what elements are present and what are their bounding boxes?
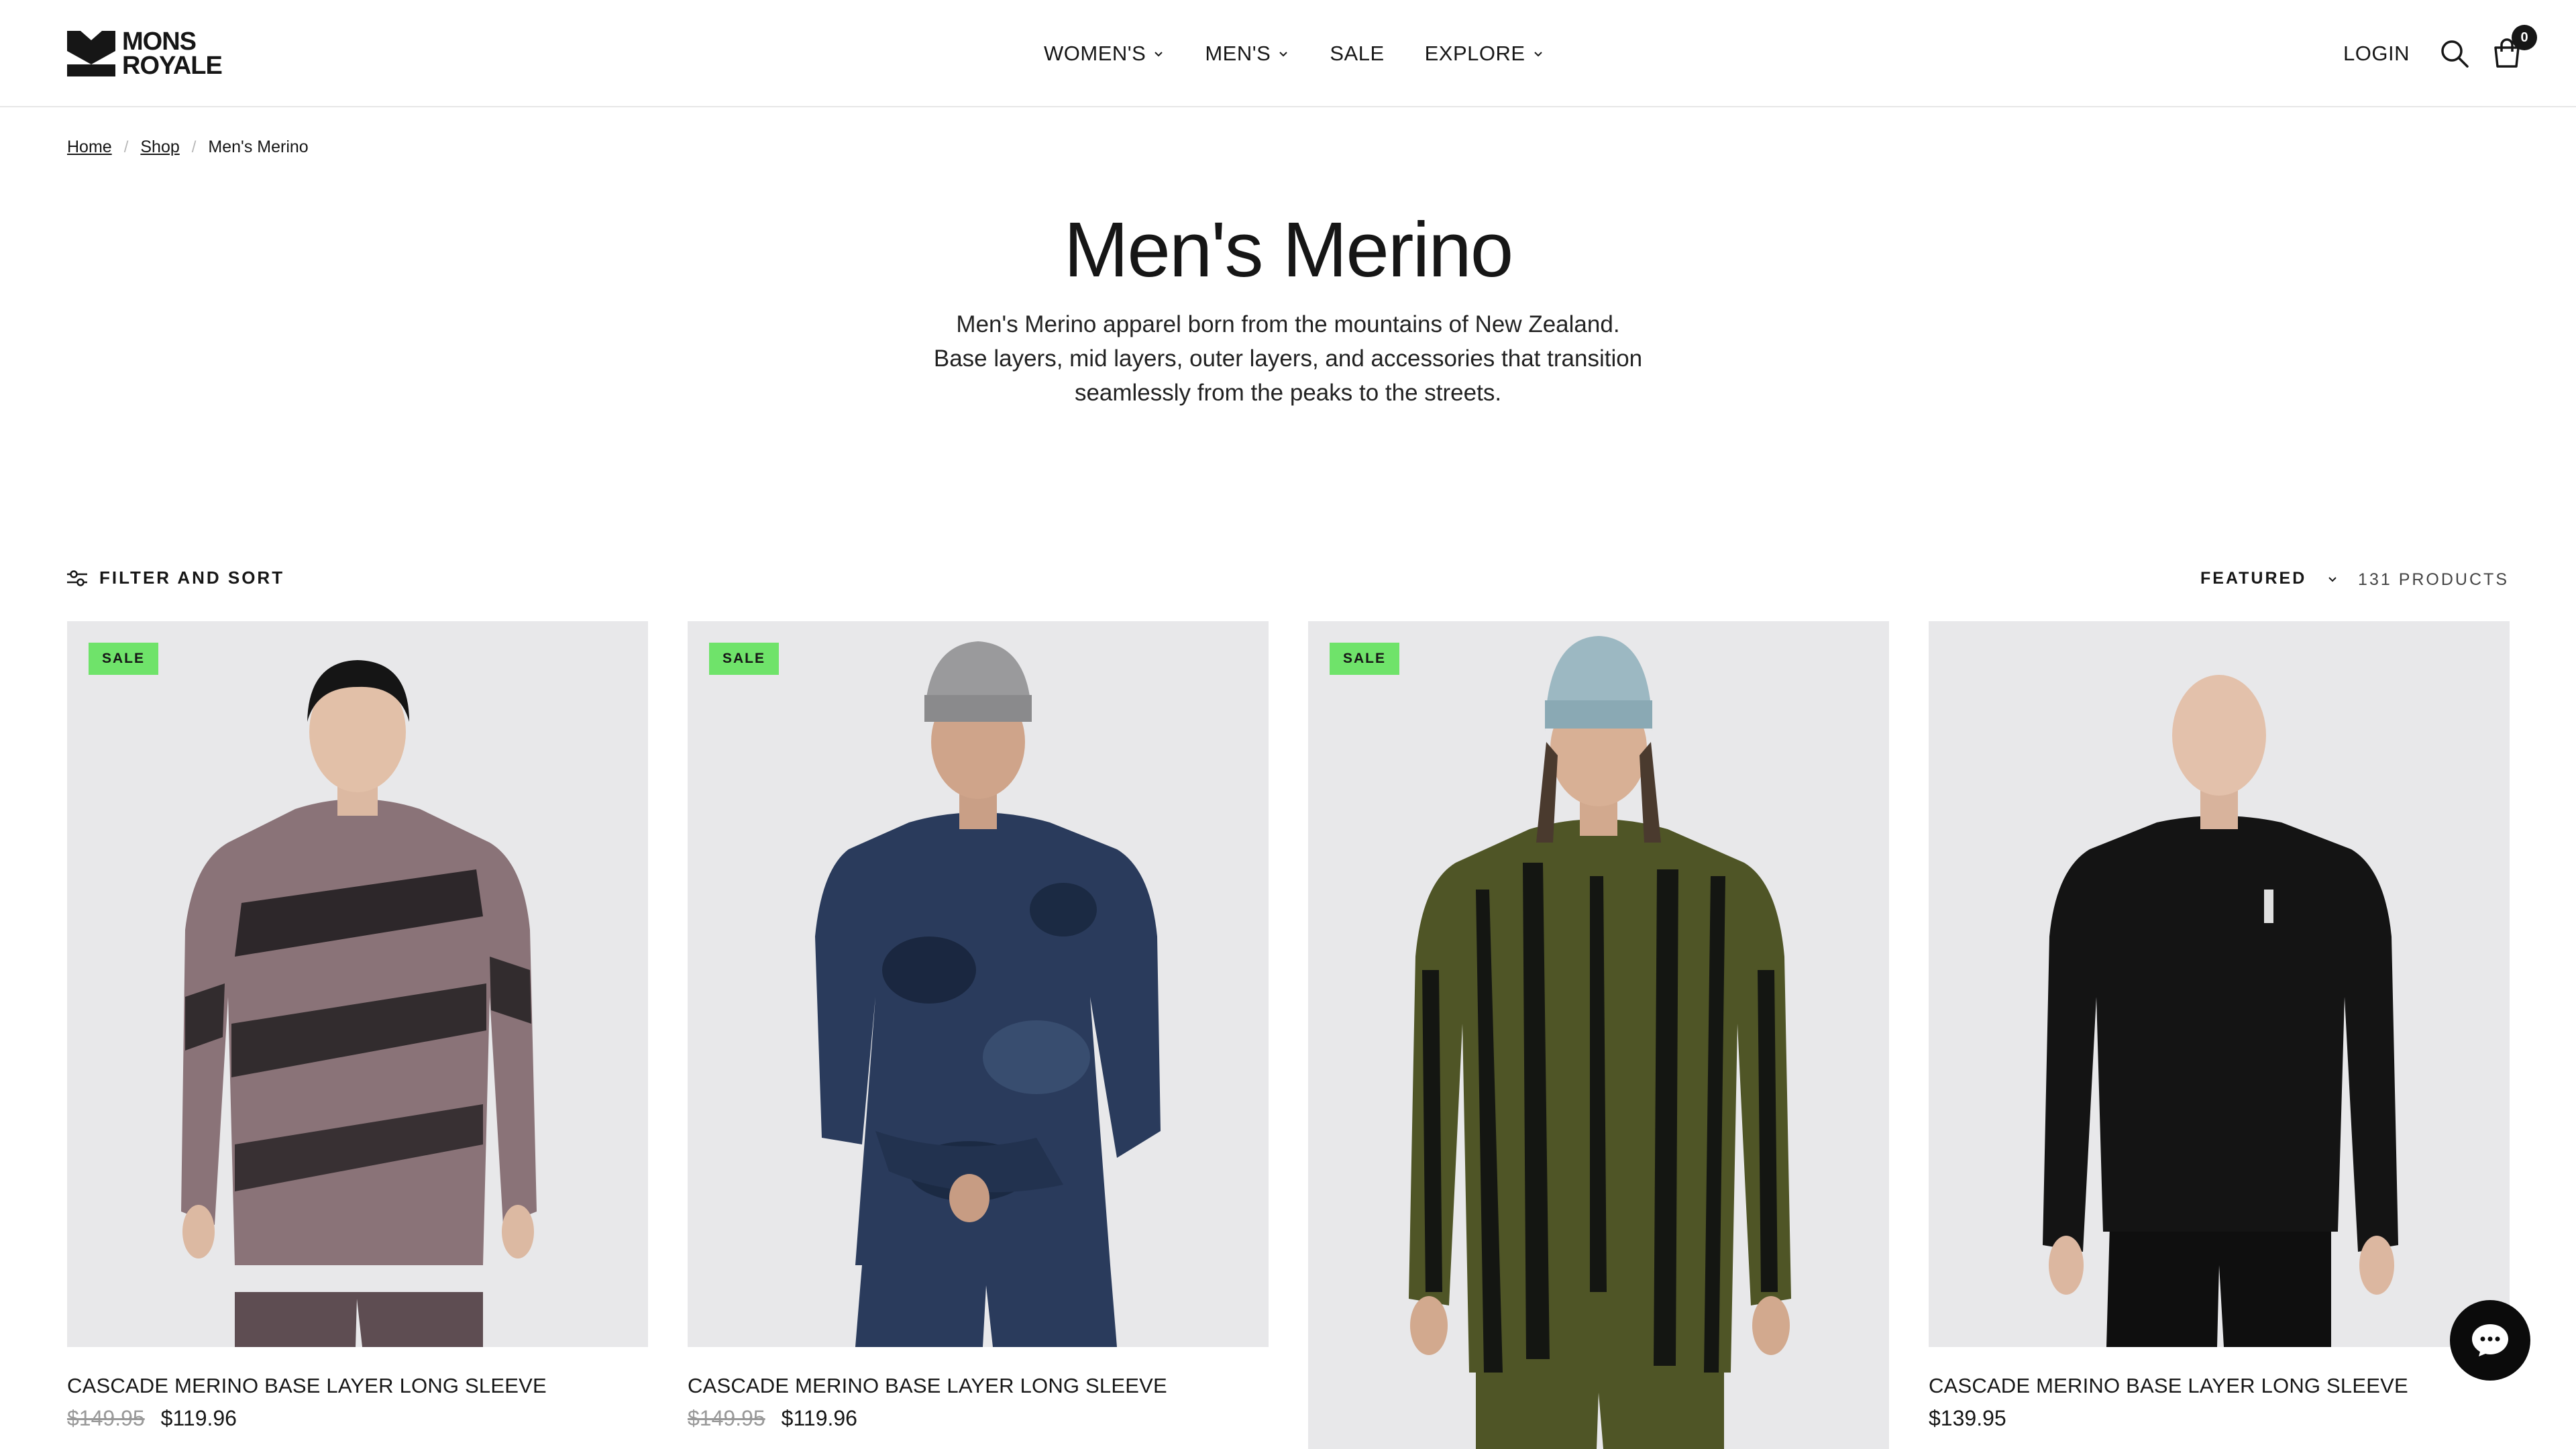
product-image[interactable]: SALE — [67, 621, 648, 1347]
page-description: Men's Merino apparel born from the mount… — [933, 311, 1643, 406]
compare-at-price: $149.95 — [67, 1406, 145, 1430]
filter-label: FILTER AND SORT — [99, 568, 285, 588]
product-name[interactable]: CASCADE MERINO BASE LAYER LONG SLEEVE — [1929, 1374, 2408, 1398]
cart-button[interactable]: 0 — [2491, 25, 2537, 69]
nav-item-womens[interactable]: WOMEN'S — [1044, 42, 1165, 66]
product-name[interactable]: CASCADE MERINO BASE LAYER LONG SLEEVE — [688, 1374, 1167, 1398]
search-icon[interactable] — [2439, 38, 2470, 69]
compare-at-price: $149.95 — [688, 1406, 765, 1430]
breadcrumb-home[interactable]: Home — [67, 138, 112, 157]
breadcrumb-separator: / — [191, 138, 197, 156]
sale-price: $119.96 — [781, 1406, 857, 1430]
breadcrumb: Home / Shop / Men's Merino — [67, 138, 309, 157]
breadcrumb-current: Men's Merino — [208, 138, 309, 156]
model-photo — [688, 621, 1269, 1347]
model-photo — [67, 621, 648, 1347]
chevron-down-icon — [1279, 52, 1288, 57]
filter-and-sort-button[interactable]: FILTER AND SORT — [67, 568, 284, 588]
nav-label: EXPLORE — [1424, 42, 1525, 65]
nav-label: MEN'S — [1205, 42, 1271, 65]
product-price: $149.95 $119.96 — [67, 1406, 237, 1431]
brand-logo[interactable]: MONS ROYALE — [67, 28, 241, 80]
cart-count-badge: 0 — [2512, 25, 2537, 50]
nav-item-explore[interactable]: EXPLORE — [1425, 42, 1544, 66]
price: $139.95 — [1929, 1406, 2006, 1430]
sale-badge: SALE — [709, 643, 780, 675]
breadcrumb-separator: / — [123, 138, 129, 156]
product-image[interactable]: SALE — [688, 621, 1269, 1347]
main-nav: WOMEN'S MEN'S SALE EXPLORE — [1044, 0, 1585, 107]
nav-label: SALE — [1330, 42, 1385, 65]
product-name[interactable]: CASCADE MERINO BASE LAYER LONG SLEEVE — [67, 1374, 547, 1398]
product-image[interactable] — [1929, 621, 2510, 1347]
model-photo — [1929, 621, 2510, 1347]
nav-label: WOMEN'S — [1044, 42, 1146, 65]
product-count: 131 PRODUCTS — [2358, 570, 2509, 589]
nav-item-sale[interactable]: SALE — [1330, 42, 1384, 66]
sort-value: FEATURED — [2200, 569, 2307, 588]
chevron-down-icon — [2328, 576, 2337, 582]
product-price: $139.95 — [1929, 1406, 2006, 1431]
filter-sliders-icon — [67, 570, 87, 586]
chat-bubble-icon — [2472, 1324, 2508, 1356]
sale-badge: SALE — [89, 643, 159, 675]
nav-item-mens[interactable]: MEN'S — [1205, 42, 1289, 66]
product-price: $149.95 $119.96 — [688, 1406, 857, 1431]
login-link[interactable]: LOGIN — [2343, 42, 2410, 66]
sale-badge: SALE — [1330, 643, 1400, 675]
product-image[interactable]: SALE — [1308, 621, 1889, 1449]
sale-price: $119.96 — [160, 1406, 237, 1430]
chevron-down-icon — [1155, 52, 1163, 57]
logo-text: MONS ROYALE — [122, 28, 223, 80]
model-photo — [1308, 621, 1889, 1449]
site-header: MONS ROYALE WOMEN'S MEN'S SALE EXPLORE L… — [0, 0, 2576, 107]
logo-mark-icon — [67, 31, 115, 76]
sort-select[interactable]: FEATURED — [2200, 569, 2339, 588]
chevron-down-icon — [1534, 52, 1542, 57]
page-title: Men's Merino — [1063, 206, 1514, 293]
breadcrumb-shop[interactable]: Shop — [140, 138, 179, 157]
chat-widget-button[interactable] — [2450, 1300, 2530, 1381]
header-actions: LOGIN 0 — [2343, 0, 2537, 107]
